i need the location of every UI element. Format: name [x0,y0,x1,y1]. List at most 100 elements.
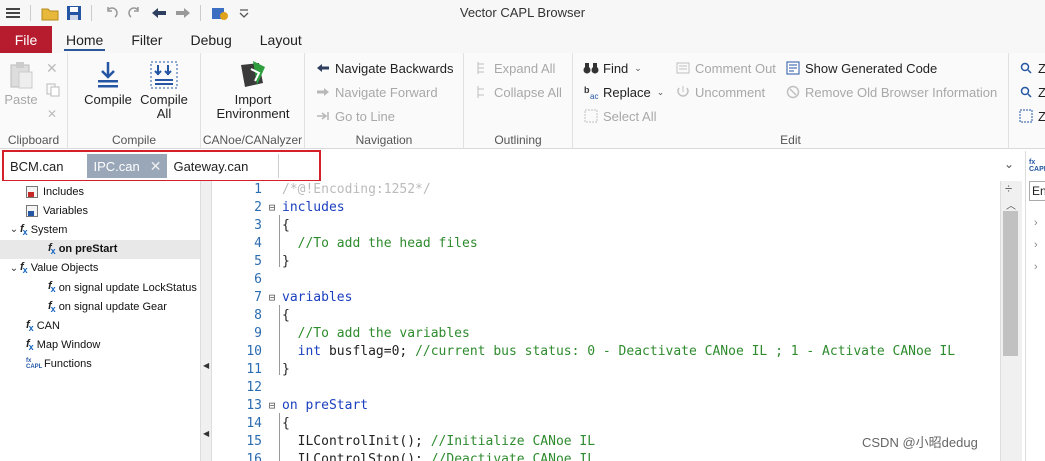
tree-item[interactable]: fx CAN [0,316,200,335]
code-line: 9 //To add the variables [212,324,1000,342]
fold-toggle-icon[interactable]: ⊟ [262,201,282,214]
scroll-up-icon[interactable]: ︿ [1006,197,1016,212]
code-text: on preStart [282,398,368,413]
forward-arrow-icon[interactable] [172,3,194,23]
paste-button[interactable]: Paste [4,59,38,107]
code-text: { [282,308,290,323]
app-menu-icon[interactable] [2,3,24,23]
code-line: 8{ [212,306,1000,324]
copy-icon[interactable] [46,83,60,100]
file-menu[interactable]: File [0,26,52,53]
tree-item[interactable]: Includes [0,182,200,201]
navigate-forward-button[interactable]: Navigate Forward [315,82,438,102]
code-text: { [282,218,290,233]
import-environment-button[interactable]: Import Environment [213,59,293,121]
fold-toggle-icon[interactable]: ⊟ [262,291,282,304]
select-all-button[interactable]: Select All [583,106,656,126]
line-number: 8 [254,307,262,323]
outlining-group: Expand All Collapse All Outlining [464,53,573,149]
tree-item-label: Functions [44,358,92,371]
back-arrow-icon[interactable] [148,3,170,23]
line-number: 13 [246,397,262,413]
compile-group: Compile Compile All Compile [68,53,201,149]
code-text: { [282,416,290,431]
expand-all-label: Expand All [494,60,556,76]
code-line: 1 /*@!Encoding:1252*/ [212,180,1000,198]
customize-dropdown-icon[interactable] [233,3,255,23]
tab-debug[interactable]: Debug [176,26,245,53]
delete-icon[interactable]: ✕ [47,107,57,121]
compile-group-label: Compile [111,133,156,147]
fx-icon: fx [26,338,34,353]
code-line: 12 [212,378,1000,396]
tab-filter[interactable]: Filter [117,26,176,53]
fold-toggle-icon[interactable]: ⊟ [262,399,282,412]
line-number: 7 [254,289,262,305]
tree-item[interactable]: fx on signal update Gear [0,297,200,316]
tree-item[interactable]: fx Map Window [0,336,200,355]
collapse-panel-icon[interactable]: ◀ [203,361,209,370]
cut-icon[interactable]: ✕ [46,60,58,77]
compile-all-label-2: All [156,106,172,121]
zoom-out-button[interactable]: Z [1018,82,1045,102]
code-line: 7 ⊟ variables [212,288,1000,306]
code-line: 16 ILControlStop(); //Deactivate CANoe I… [212,450,1000,461]
uncomment-button[interactable]: Uncomment [675,82,765,102]
scrollbar-thumb[interactable] [1003,211,1018,356]
tree-item[interactable]: ⌄ fx Value Objects [0,259,200,278]
replace-label: Replace [603,84,651,100]
tab-layout[interactable]: Layout [246,26,316,53]
code-line: 13 ⊟ on preStart [212,396,1000,414]
go-to-line-button[interactable]: Go to Line [315,106,395,126]
tree-item[interactable]: ⌄ fx System [0,220,200,239]
code-token: } [282,361,290,377]
replace-dropdown-icon[interactable]: ⌄ [657,87,665,98]
compile-button[interactable]: Compile [82,59,134,107]
zoom-in-button[interactable]: Z [1018,58,1045,78]
collapse-all-button[interactable]: Collapse All [474,82,562,102]
line-number: 16 [246,451,262,461]
show-generated-code-button[interactable]: Show Generated Code [785,58,937,78]
expand-caret-icon[interactable]: ⌄ [8,263,20,274]
zoom-fit-button[interactable]: Z [1018,106,1045,126]
tree-item[interactable]: Variables [0,201,200,220]
tree-item[interactable]: fx on signal update LockStatus [0,278,200,297]
find-button[interactable]: Find ⌄ [583,58,642,78]
expand-chevron-icon[interactable]: › [1034,239,1038,251]
compile-all-button[interactable]: Compile All [136,59,192,121]
expand-chevron-icon[interactable]: › [1034,217,1038,229]
canoe-group-label: CANoe/CANalyzer [202,133,303,147]
find-dropdown-icon[interactable]: ⌄ [634,63,642,74]
navigate-backwards-label: Navigate Backwards [335,60,454,76]
code-editor[interactable]: 1/*@!Encoding:1252*/2 ⊟ includes 3{4 //To a… [212,181,1000,461]
tabs-dropdown-icon[interactable]: ⌄ [1004,157,1014,171]
split-editor-icon[interactable]: ÷ [1005,181,1012,196]
expand-all-button[interactable]: Expand All [474,58,555,78]
tree-item[interactable]: fx on preStart [0,239,200,259]
tree-item-label: System [30,223,68,236]
save-icon[interactable] [63,3,85,23]
collapse-panel-icon[interactable]: ◀ [203,429,209,438]
edit-group-label: Edit [780,133,801,147]
replace-button[interactable]: b ac Replace ⌄ [583,82,664,102]
tab-home[interactable]: Home [52,26,117,53]
right-panel-input[interactable]: En [1029,181,1045,201]
capl-icon: fxCAPL [26,358,43,371]
redo-icon[interactable] [124,3,146,23]
capl-icon: fxCAPL [1029,159,1045,173]
expand-caret-icon[interactable]: ⌄ [8,224,20,235]
code-text: ILControlInit(); //Initialize CANoe IL [282,434,595,449]
navigate-backwards-button[interactable]: Navigate Backwards [315,58,454,78]
remove-old-browser-info-button[interactable]: Remove Old Browser Information [785,82,997,102]
splitter[interactable]: ◀ ◀ [200,181,212,461]
expand-chevron-icon[interactable]: › [1034,261,1038,273]
ribbon: Paste ✕ ✕ Clipboard Compile Compile All … [0,53,1045,149]
zoom-fit-icon [1018,108,1034,124]
comment-out-button[interactable]: Comment Out [675,58,776,78]
open-folder-icon[interactable] [39,3,61,23]
project-settings-icon[interactable] [209,3,231,23]
undo-icon[interactable] [100,3,122,23]
go-to-line-icon [315,108,331,124]
tree-item[interactable]: fx CAPL Functions [0,355,200,374]
paste-label: Paste [4,92,38,107]
